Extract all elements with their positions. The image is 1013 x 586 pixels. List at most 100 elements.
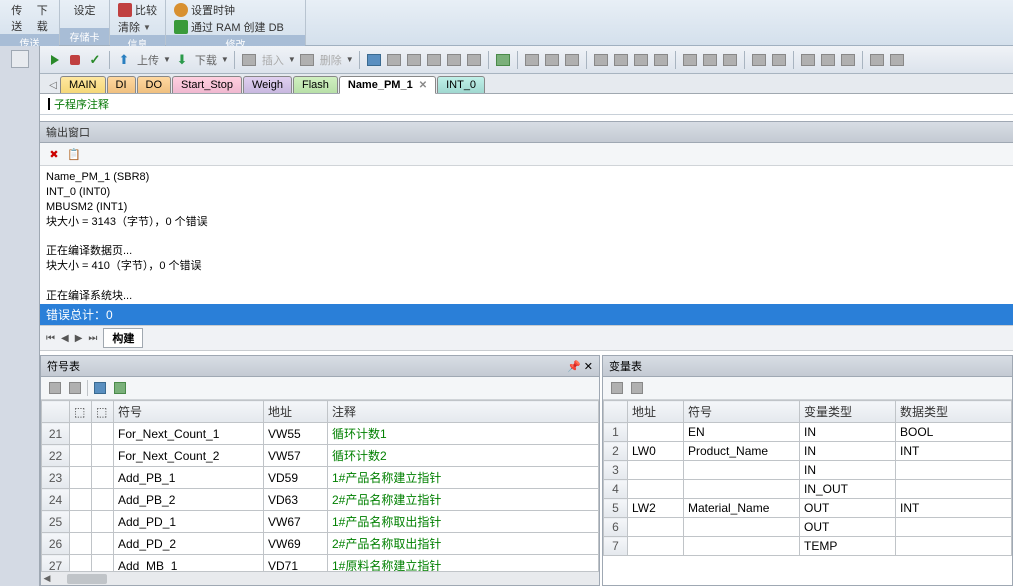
table-row[interactable]: 4IN_OUT	[604, 480, 1012, 499]
cell-datatype[interactable]	[896, 480, 1012, 499]
cell-address[interactable]	[628, 423, 684, 442]
cell-datatype[interactable]: BOOL	[896, 423, 1012, 442]
cell-comment[interactable]: 循环计数2	[328, 445, 599, 467]
build-tab[interactable]: 构建	[103, 328, 143, 348]
stop-button[interactable]	[66, 51, 84, 69]
tb-icon-19[interactable]	[770, 51, 788, 69]
tb-icon-3[interactable]	[405, 51, 423, 69]
tb-icon-2[interactable]	[385, 51, 403, 69]
tb-icon-13[interactable]	[632, 51, 650, 69]
col-address[interactable]: 地址	[264, 401, 328, 423]
tb-icon-23[interactable]	[868, 51, 886, 69]
cell-vartype[interactable]: IN	[800, 461, 896, 480]
col-vartype[interactable]: 变量类型	[800, 401, 896, 423]
cell-symbol[interactable]: Add_PD_1	[114, 511, 264, 533]
tb-icon-18[interactable]	[750, 51, 768, 69]
compare-button[interactable]: 比较	[118, 2, 157, 18]
table-row[interactable]: 1ENINBOOL	[604, 423, 1012, 442]
tb-icon-16[interactable]	[701, 51, 719, 69]
comment-line[interactable]: 子程序注释	[40, 94, 1013, 115]
tb-icon-15[interactable]	[681, 51, 699, 69]
tb-icon-6[interactable]	[465, 51, 483, 69]
cell-symbol[interactable]	[684, 537, 800, 556]
cell-symbol[interactable]	[684, 518, 800, 537]
cell-address[interactable]: VW55	[264, 423, 328, 445]
col-comment[interactable]: 注释	[328, 401, 599, 423]
nav-last[interactable]: ⏭	[88, 333, 97, 344]
table-row[interactable]: 2LW0Product_NameININT	[604, 442, 1012, 461]
tb-icon-1[interactable]	[365, 51, 383, 69]
table-row[interactable]: 6OUT	[604, 518, 1012, 537]
delete-button[interactable]	[298, 51, 316, 69]
cell-datatype[interactable]	[896, 537, 1012, 556]
table-row[interactable]: 3IN	[604, 461, 1012, 480]
cell-vartype[interactable]: OUT	[800, 518, 896, 537]
cell-datatype[interactable]: INT	[896, 442, 1012, 461]
table-row[interactable]: 21For_Next_Count_1VW55循环计数1	[42, 423, 599, 445]
tb-icon-10[interactable]	[563, 51, 581, 69]
cell-address[interactable]	[628, 518, 684, 537]
tb-icon-7[interactable]	[494, 51, 512, 69]
cell-address[interactable]	[628, 537, 684, 556]
cell-address[interactable]: VD71	[264, 555, 328, 572]
nav-next[interactable]: ▶	[75, 333, 83, 344]
cell-comment[interactable]: 1#产品名称取出指针	[328, 511, 599, 533]
set-clock-button[interactable]: 设置时钟	[174, 2, 235, 18]
cell-symbol[interactable]: For_Next_Count_1	[114, 423, 264, 445]
tab-di[interactable]: DI	[107, 76, 136, 93]
cell-symbol[interactable]: EN	[684, 423, 800, 442]
tb-icon-14[interactable]	[652, 51, 670, 69]
pin-icon[interactable]: 📌	[567, 361, 581, 373]
cell-comment[interactable]: 1#产品名称建立指针	[328, 467, 599, 489]
create-db-button[interactable]: 通过 RAM 创建 DB	[174, 19, 284, 35]
nav-first[interactable]: ⏮	[46, 333, 55, 344]
cell-datatype[interactable]	[896, 461, 1012, 480]
tb-icon-22[interactable]	[839, 51, 857, 69]
cell-address[interactable]: VD63	[264, 489, 328, 511]
cell-address[interactable]: LW2	[628, 499, 684, 518]
sidebar-collapse-icon[interactable]	[11, 50, 29, 68]
tab-name_pm_1[interactable]: Name_PM_1✕	[339, 76, 436, 94]
dropdown-icon[interactable]: ▼	[221, 55, 229, 64]
cell-vartype[interactable]: TEMP	[800, 537, 896, 556]
cell-vartype[interactable]: IN	[800, 423, 896, 442]
dropdown-icon[interactable]: ▼	[288, 55, 296, 64]
tab-start_stop[interactable]: Start_Stop	[172, 76, 242, 93]
cell-address[interactable]	[628, 461, 684, 480]
cell-address[interactable]: LW0	[628, 442, 684, 461]
insert-button[interactable]	[240, 51, 258, 69]
cell-datatype[interactable]: INT	[896, 499, 1012, 518]
cell-symbol[interactable]: Add_PB_1	[114, 467, 264, 489]
cell-vartype[interactable]: IN_OUT	[800, 480, 896, 499]
sym-tb-3[interactable]	[92, 380, 108, 396]
table-row[interactable]: 22For_Next_Count_2VW57循环计数2	[42, 445, 599, 467]
col-rownum[interactable]	[604, 401, 628, 423]
tab-nav-prev[interactable]: ◁	[46, 77, 60, 93]
clear-output-button[interactable]: ✖	[46, 146, 62, 162]
cell-address[interactable]: VW69	[264, 533, 328, 555]
tb-icon-5[interactable]	[445, 51, 463, 69]
table-row[interactable]: 7TEMP	[604, 537, 1012, 556]
table-row[interactable]: 26Add_PD_2VW692#产品名称取出指针	[42, 533, 599, 555]
table-row[interactable]: 24Add_PB_2VD632#产品名称建立指针	[42, 489, 599, 511]
tab-do[interactable]: DO	[137, 76, 172, 93]
col-address[interactable]: 地址	[628, 401, 684, 423]
cell-address[interactable]: VD59	[264, 467, 328, 489]
tb-icon-12[interactable]	[612, 51, 630, 69]
tab-flash[interactable]: Flash	[293, 76, 338, 93]
cell-symbol[interactable]	[684, 461, 800, 480]
tb-icon-21[interactable]	[819, 51, 837, 69]
tab-weigh[interactable]: Weigh	[243, 76, 292, 93]
transfer-send[interactable]: 传送	[8, 2, 26, 34]
upload-button[interactable]: ⬆	[115, 51, 133, 69]
cell-address[interactable]	[628, 480, 684, 499]
dropdown-icon[interactable]: ▼	[163, 55, 171, 64]
run-button[interactable]	[46, 51, 64, 69]
download-button[interactable]: ⬇	[173, 51, 191, 69]
dropdown-icon[interactable]: ▼	[346, 55, 354, 64]
table-row[interactable]: 5LW2Material_NameOUTINT	[604, 499, 1012, 518]
symbol-grid[interactable]: ⬚ ⬚ 符号 地址 注释 21For_Next_Count_1VW55循环计数1…	[41, 400, 599, 571]
tab-close-icon[interactable]: ✕	[419, 80, 427, 91]
cell-comment[interactable]: 循环计数1	[328, 423, 599, 445]
cell-vartype[interactable]: IN	[800, 442, 896, 461]
